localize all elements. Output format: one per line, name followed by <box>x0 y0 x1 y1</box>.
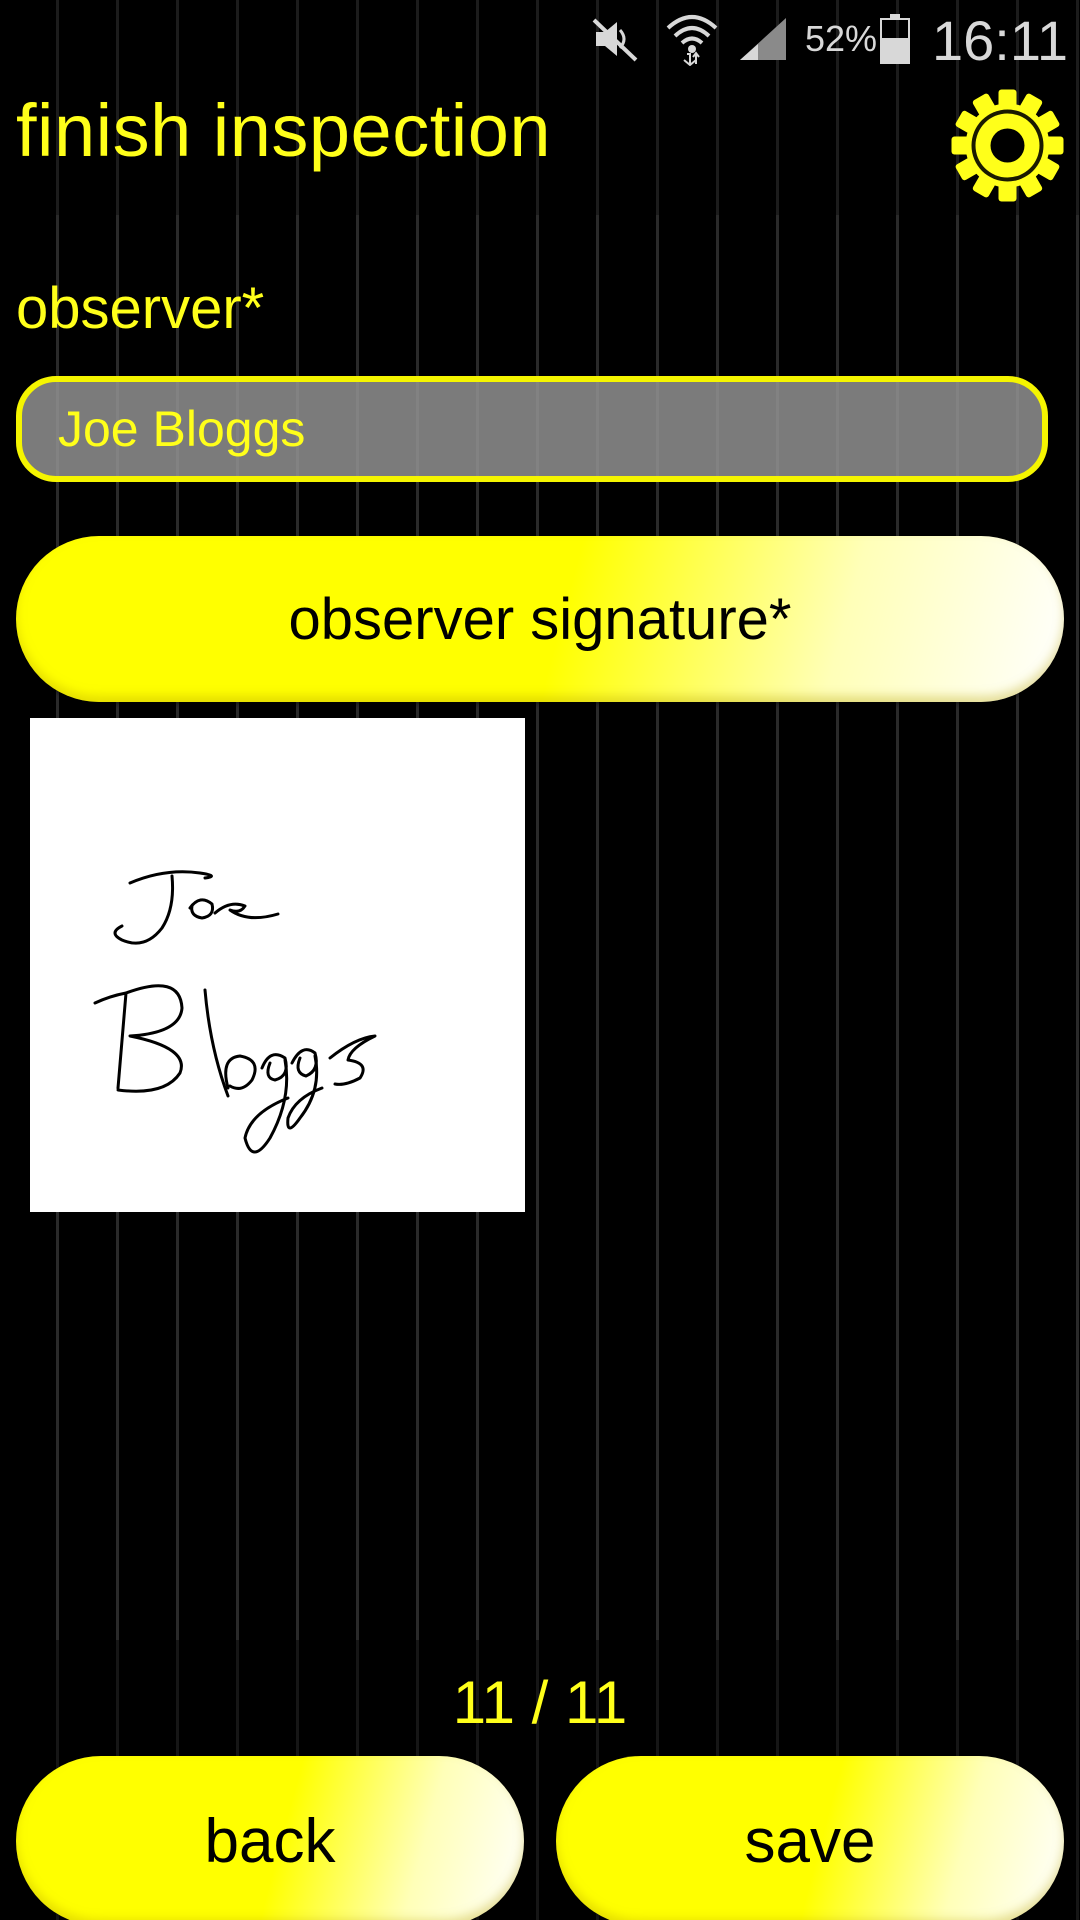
back-button[interactable]: back <box>16 1756 524 1920</box>
battery-icon <box>880 14 910 64</box>
signal-icon <box>740 18 786 60</box>
screen: 52% 16:11 finish inspection observer* Jo… <box>0 0 1080 1920</box>
clock: 16:11 <box>932 9 1068 72</box>
observer-input[interactable] <box>16 376 1048 482</box>
gear-icon[interactable] <box>950 88 1065 203</box>
save-button[interactable]: save <box>556 1756 1064 1920</box>
wifi-icon <box>666 15 718 66</box>
page-counter: 11 / 11 <box>452 1669 628 1736</box>
handwritten-signature <box>93 870 377 1154</box>
page-title: finish inspection <box>16 89 552 172</box>
status-bar: 52% 16:11 <box>0 0 1080 78</box>
mute-icon <box>592 18 638 62</box>
battery-percent: 52% <box>805 18 878 59</box>
observer-signature-button[interactable]: observer signature* <box>16 536 1064 702</box>
signature-image <box>30 718 525 1212</box>
observer-label: observer* <box>16 276 265 341</box>
